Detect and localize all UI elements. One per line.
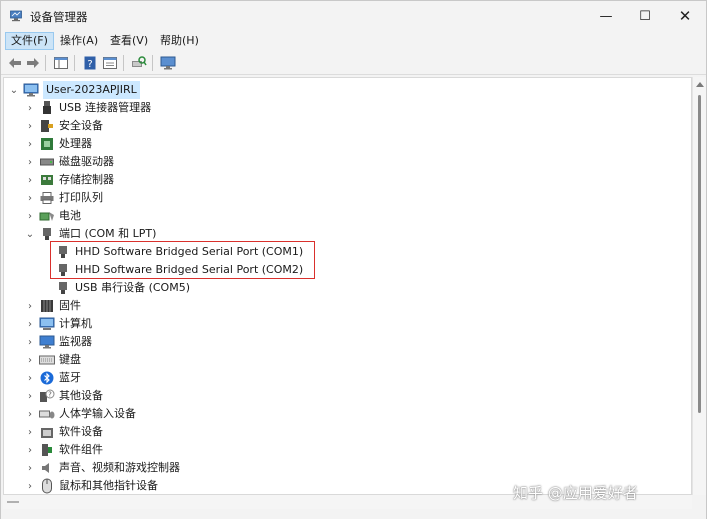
chevron-right-icon[interactable]: › [24, 387, 36, 405]
toolbar: ? [1, 51, 706, 75]
chevron-right-icon[interactable]: › [24, 459, 36, 477]
disk-drive-icon [39, 154, 55, 170]
menu-action[interactable]: 操作(A) [55, 32, 103, 50]
tree-item-sound[interactable]: › 声音、视频和游戏控制器 [24, 459, 180, 477]
tree-item-storage-controller[interactable]: › 存储控制器 [24, 171, 114, 189]
chevron-down-icon[interactable]: ⌄ [8, 81, 20, 99]
scrollbar-thumb[interactable] [698, 95, 701, 413]
bluetooth-icon [39, 370, 55, 386]
tree-item-other-devices[interactable]: › ? 其他设备 [24, 387, 103, 405]
chevron-right-icon[interactable]: › [24, 369, 36, 387]
tree-item-mouse[interactable]: › 鼠标和其他指针设备 [24, 477, 158, 494]
close-button[interactable]: ✕ [662, 1, 707, 31]
firmware-icon [39, 298, 55, 314]
tree-item-software-devices[interactable]: › 软件设备 [24, 423, 103, 441]
storage-controller-icon [39, 172, 55, 188]
monitor-icon [39, 334, 55, 350]
svg-text:?: ? [87, 59, 92, 70]
svg-text:?: ? [48, 391, 52, 399]
mouse-icon [39, 478, 55, 494]
tree-item-disk-drive[interactable]: › 磁盘驱动器 [24, 153, 114, 171]
chevron-right-icon[interactable]: › [24, 477, 36, 494]
update-driver-button[interactable] [159, 54, 177, 72]
tree-root[interactable]: ⌄ User-2023APJIRL [8, 81, 140, 99]
scrollbar-thumb[interactable] [7, 501, 19, 503]
chevron-right-icon[interactable]: › [24, 297, 36, 315]
properties-button[interactable] [101, 54, 119, 72]
battery-icon [39, 208, 55, 224]
sound-icon [39, 460, 55, 476]
chevron-right-icon[interactable]: › [24, 423, 36, 441]
scan-hardware-button[interactable] [130, 54, 148, 72]
tree-item-software-components[interactable]: › 软件组件 [24, 441, 103, 459]
tree-item-usb-connector[interactable]: › USB 连接器管理器 [24, 99, 151, 117]
chevron-right-icon[interactable]: › [24, 405, 36, 423]
title-bar: 设备管理器 — ☐ ✕ [1, 1, 706, 31]
forward-button[interactable] [24, 54, 42, 72]
chevron-right-icon[interactable]: › [24, 117, 36, 135]
tree-item-keyboard[interactable]: › 键盘 [24, 351, 81, 369]
menu-bar: 文件(F) 操作(A) 查看(V) 帮助(H) [1, 31, 706, 51]
chevron-down-icon[interactable]: ⌄ [24, 225, 36, 243]
show-hide-console-tree-button[interactable] [52, 54, 70, 72]
hid-icon [39, 406, 55, 422]
monitor-update-icon [160, 56, 176, 70]
chevron-right-icon[interactable]: › [24, 351, 36, 369]
menu-view[interactable]: 查看(V) [105, 32, 153, 50]
window-title: 设备管理器 [30, 10, 88, 24]
watermark: 知乎 @应用爱好者 [513, 484, 638, 502]
scroll-up-arrow-icon[interactable] [696, 82, 704, 87]
port-icon [39, 226, 55, 242]
chevron-right-icon[interactable]: › [24, 189, 36, 207]
console-tree-icon [54, 57, 68, 69]
tree-item-com5[interactable]: USB 串行设备 (COM5) [52, 279, 190, 297]
highlight-box [50, 241, 315, 279]
status-bar [1, 509, 706, 519]
chevron-right-icon[interactable]: › [24, 441, 36, 459]
software-component-icon [39, 442, 55, 458]
root-label: User-2023APJIRL [43, 81, 140, 99]
tree-item-firmware[interactable]: › 固件 [24, 297, 81, 315]
device-manager-window: 设备管理器 — ☐ ✕ 文件(F) 操作(A) 查看(V) 帮助(H) ? ⌄ … [0, 0, 707, 519]
tree-item-bluetooth[interactable]: › 蓝牙 [24, 369, 81, 387]
tree-item-security[interactable]: › 安全设备 [24, 117, 103, 135]
chevron-right-icon[interactable]: › [24, 99, 36, 117]
back-button[interactable] [6, 54, 24, 72]
chevron-right-icon[interactable]: › [24, 171, 36, 189]
vertical-scrollbar[interactable] [692, 77, 706, 495]
help-button[interactable]: ? [81, 54, 99, 72]
computer-icon [39, 316, 55, 332]
tree-item-processor[interactable]: › 处理器 [24, 135, 92, 153]
scan-hardware-icon [132, 56, 147, 67]
properties-icon [103, 57, 117, 69]
tree-item-battery[interactable]: › 电池 [24, 207, 81, 225]
tree-item-print-queue[interactable]: › 打印队列 [24, 189, 103, 207]
menu-help[interactable]: 帮助(H) [155, 32, 204, 50]
tree-item-monitor[interactable]: › 监视器 [24, 333, 92, 351]
chevron-right-icon[interactable]: › [24, 315, 36, 333]
tree-item-hid[interactable]: › 人体学输入设备 [24, 405, 136, 423]
chevron-right-icon[interactable]: › [24, 333, 36, 351]
tree-item-computer[interactable]: › 计算机 [24, 315, 92, 333]
keyboard-icon [39, 352, 55, 368]
software-device-icon [39, 424, 55, 440]
back-arrow-icon [9, 58, 21, 68]
chevron-right-icon[interactable]: › [24, 207, 36, 225]
help-icon: ? [84, 56, 96, 70]
device-manager-icon [10, 10, 22, 22]
forward-arrow-icon [27, 58, 39, 68]
device-tree[interactable]: ⌄ User-2023APJIRL › USB 连接器管理器 › 安全设备 › … [3, 77, 692, 495]
usb-connector-icon [39, 100, 55, 116]
menu-file[interactable]: 文件(F) [5, 32, 54, 50]
other-device-icon: ? [39, 388, 55, 404]
processor-icon [39, 136, 55, 152]
serial-port-icon [55, 280, 71, 296]
security-device-icon [39, 118, 55, 134]
chevron-right-icon[interactable]: › [24, 153, 36, 171]
chevron-right-icon[interactable]: › [24, 135, 36, 153]
computer-icon [23, 82, 39, 98]
printer-icon [39, 190, 55, 206]
